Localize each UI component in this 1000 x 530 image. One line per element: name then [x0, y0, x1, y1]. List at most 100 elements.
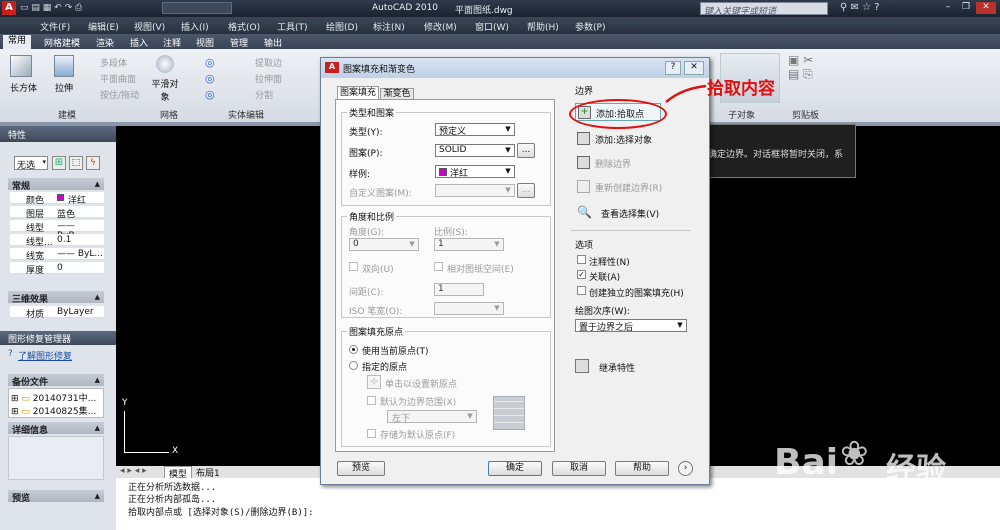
menu-draw[interactable]: 绘图(D)	[326, 20, 358, 33]
extrude-faces-button[interactable]: 拉伸面	[255, 72, 282, 85]
learn-repair-link[interactable]: 了解图形修复	[18, 349, 72, 362]
menu-tools[interactable]: 工具(T)	[277, 20, 308, 33]
menu-parameters[interactable]: 参数(P)	[575, 20, 605, 33]
tab-view[interactable]: 视图	[196, 36, 214, 49]
box-button[interactable]: 长方体	[10, 81, 37, 94]
property-row-color[interactable]: 颜色 洋红	[10, 192, 104, 206]
ok-button[interactable]: 确定	[488, 461, 542, 476]
add-select-objects-button[interactable]: 添加:选择对象	[575, 130, 661, 148]
communication-icon[interactable]: ✉	[851, 2, 859, 13]
menu-modify[interactable]: 修改(M)	[424, 20, 457, 33]
tab-hatch[interactable]: 图案填充	[337, 86, 379, 100]
annotative-checkbox[interactable]	[577, 255, 586, 264]
click-set-origin-icon[interactable]: ⊹	[367, 375, 381, 389]
pattern-combo[interactable]: SOLID ▼	[435, 144, 515, 157]
preview-button[interactable]: 预览	[337, 461, 385, 476]
selection-combo[interactable]: 无选 ▾	[14, 156, 48, 171]
menu-help[interactable]: 帮助(H)	[527, 20, 559, 33]
new-icon[interactable]: ▭	[20, 3, 29, 13]
property-row-linetype[interactable]: 线型—— ByB...	[10, 220, 104, 241]
tab-annotate[interactable]: 注释	[163, 36, 181, 49]
store-default-origin-checkbox[interactable]	[367, 429, 376, 438]
preview-header[interactable]: 预览 ▲	[8, 490, 104, 504]
presspull-button[interactable]: 按住/拖动	[100, 88, 139, 101]
menu-edit[interactable]: 编辑(E)	[88, 20, 119, 33]
dialog-close-button[interactable]: ✕	[684, 61, 704, 75]
menu-format[interactable]: 格式(O)	[228, 20, 260, 33]
binoculars-icon[interactable]: ⚲	[840, 2, 847, 13]
type-combo[interactable]: 预定义 ▼	[435, 123, 515, 137]
draw-order-combo[interactable]: 置于边界之后 ▼	[575, 319, 687, 333]
tab-output[interactable]: 输出	[264, 36, 282, 49]
search-input[interactable]: 键入关键字或短语	[700, 2, 828, 17]
dialog-help-button[interactable]: ?	[665, 61, 681, 75]
remove-boundaries-button[interactable]: 删除边界	[575, 154, 661, 172]
favorites-icon[interactable]: ☆	[862, 2, 871, 13]
backup-files-header[interactable]: 备份文件 ▲	[8, 374, 104, 388]
open-icon[interactable]: ▤	[31, 3, 40, 13]
save-icon[interactable]: ▦	[43, 3, 52, 13]
inherit-properties-button[interactable]: 继承特性	[575, 358, 665, 376]
relative-paper-checkbox[interactable]	[434, 262, 443, 271]
smooth-object-button[interactable]: 平滑对象	[150, 77, 180, 103]
more-options-icon[interactable]: ›	[678, 461, 693, 476]
property-row-ltscale[interactable]: 线型... 0.1	[10, 234, 104, 248]
spacing-input[interactable]: 1	[434, 283, 484, 296]
origin-position-combo[interactable]: 左下 ▼	[387, 410, 477, 424]
close-button[interactable]: ✕	[976, 2, 996, 14]
property-row-layer[interactable]: 图层 蓝色	[10, 206, 104, 220]
separate-hatches-checkbox[interactable]	[577, 286, 586, 295]
menu-window[interactable]: 窗口(W)	[475, 20, 509, 33]
undo-icon[interactable]: ↶	[54, 3, 62, 13]
backup-file-item[interactable]: ⊞ ▭ 20140825集...	[11, 404, 96, 417]
details-header[interactable]: 详细信息 ▲	[8, 422, 104, 436]
tab-insert[interactable]: 插入	[130, 36, 148, 49]
minimize-button[interactable]: –	[940, 2, 956, 14]
sample-combo[interactable]: 洋红 ▼	[435, 165, 515, 179]
extrude-button[interactable]: 拉伸	[55, 81, 73, 94]
tab-mesh[interactable]: 网格建模	[44, 36, 80, 49]
iso-pen-combo[interactable]: ▼	[434, 302, 504, 315]
tab-home[interactable]: 常用	[3, 35, 32, 49]
custom-pattern-combo[interactable]: ▼	[435, 184, 515, 197]
default-boundary-checkbox[interactable]	[367, 396, 376, 405]
property-row-lineweight[interactable]: 线宽 —— ByL...	[10, 248, 104, 262]
quick-select-icon[interactable]: ϟ	[86, 156, 100, 170]
section-3d-effects[interactable]: 三维效果 ▲	[8, 291, 104, 305]
section-general[interactable]: 常规 ▲	[8, 178, 104, 192]
workspace-combo[interactable]	[162, 2, 232, 14]
menu-view[interactable]: 视图(V)	[134, 20, 165, 33]
backup-file-item[interactable]: ⊞ ▭ 20140731中...	[11, 391, 96, 404]
planesurf-button[interactable]: 平面曲面	[100, 72, 136, 85]
property-row-thickness[interactable]: 厚度 0	[10, 262, 104, 276]
command-prompt[interactable]: 拾取内部点或 [选择对象(S)/删除边界(B)]:	[128, 505, 314, 518]
associative-checkbox[interactable]: ✓	[577, 270, 586, 279]
toggle-pickadd-icon[interactable]: ⊞	[52, 156, 66, 170]
property-row-material[interactable]: 材质 ByLayer	[10, 306, 104, 320]
double-checkbox[interactable]	[349, 262, 358, 271]
help-icon[interactable]: ?	[874, 2, 879, 13]
polysolid-button[interactable]: 多段体	[100, 56, 127, 69]
cancel-button[interactable]: 取消	[552, 461, 606, 476]
menu-file[interactable]: 文件(F)	[40, 20, 70, 33]
angle-combo[interactable]: 0 ▼	[349, 238, 419, 251]
app-logo-icon[interactable]: A	[2, 1, 16, 15]
tab-render[interactable]: 渲染	[96, 36, 114, 49]
extract-edges-button[interactable]: 提取边	[255, 56, 282, 69]
custom-browse-button[interactable]: ...	[517, 183, 535, 198]
menu-insert[interactable]: 插入(I)	[181, 20, 209, 33]
restore-button[interactable]: ❐	[958, 2, 974, 14]
pattern-browse-button[interactable]: ...	[517, 143, 535, 158]
view-selections-button[interactable]: 🔍 查看选择集(V)	[575, 204, 675, 222]
scale-combo[interactable]: 1 ▼	[434, 238, 504, 251]
menu-dimension[interactable]: 标注(N)	[373, 20, 405, 33]
print-icon[interactable]: ⎙	[75, 3, 82, 13]
specified-origin-radio[interactable]	[349, 361, 358, 370]
tab-nav-icons[interactable]: ◂ ▸ ◂ ▸	[120, 466, 147, 476]
redo-icon[interactable]: ↷	[65, 3, 73, 13]
use-current-origin-radio[interactable]	[349, 345, 358, 354]
select-objects-icon[interactable]: ⬚	[69, 156, 83, 170]
separate-button[interactable]: 分割	[255, 88, 273, 101]
help-button[interactable]: 帮助	[615, 461, 669, 476]
recreate-boundary-button[interactable]: 重新创建边界(R)	[575, 178, 685, 196]
